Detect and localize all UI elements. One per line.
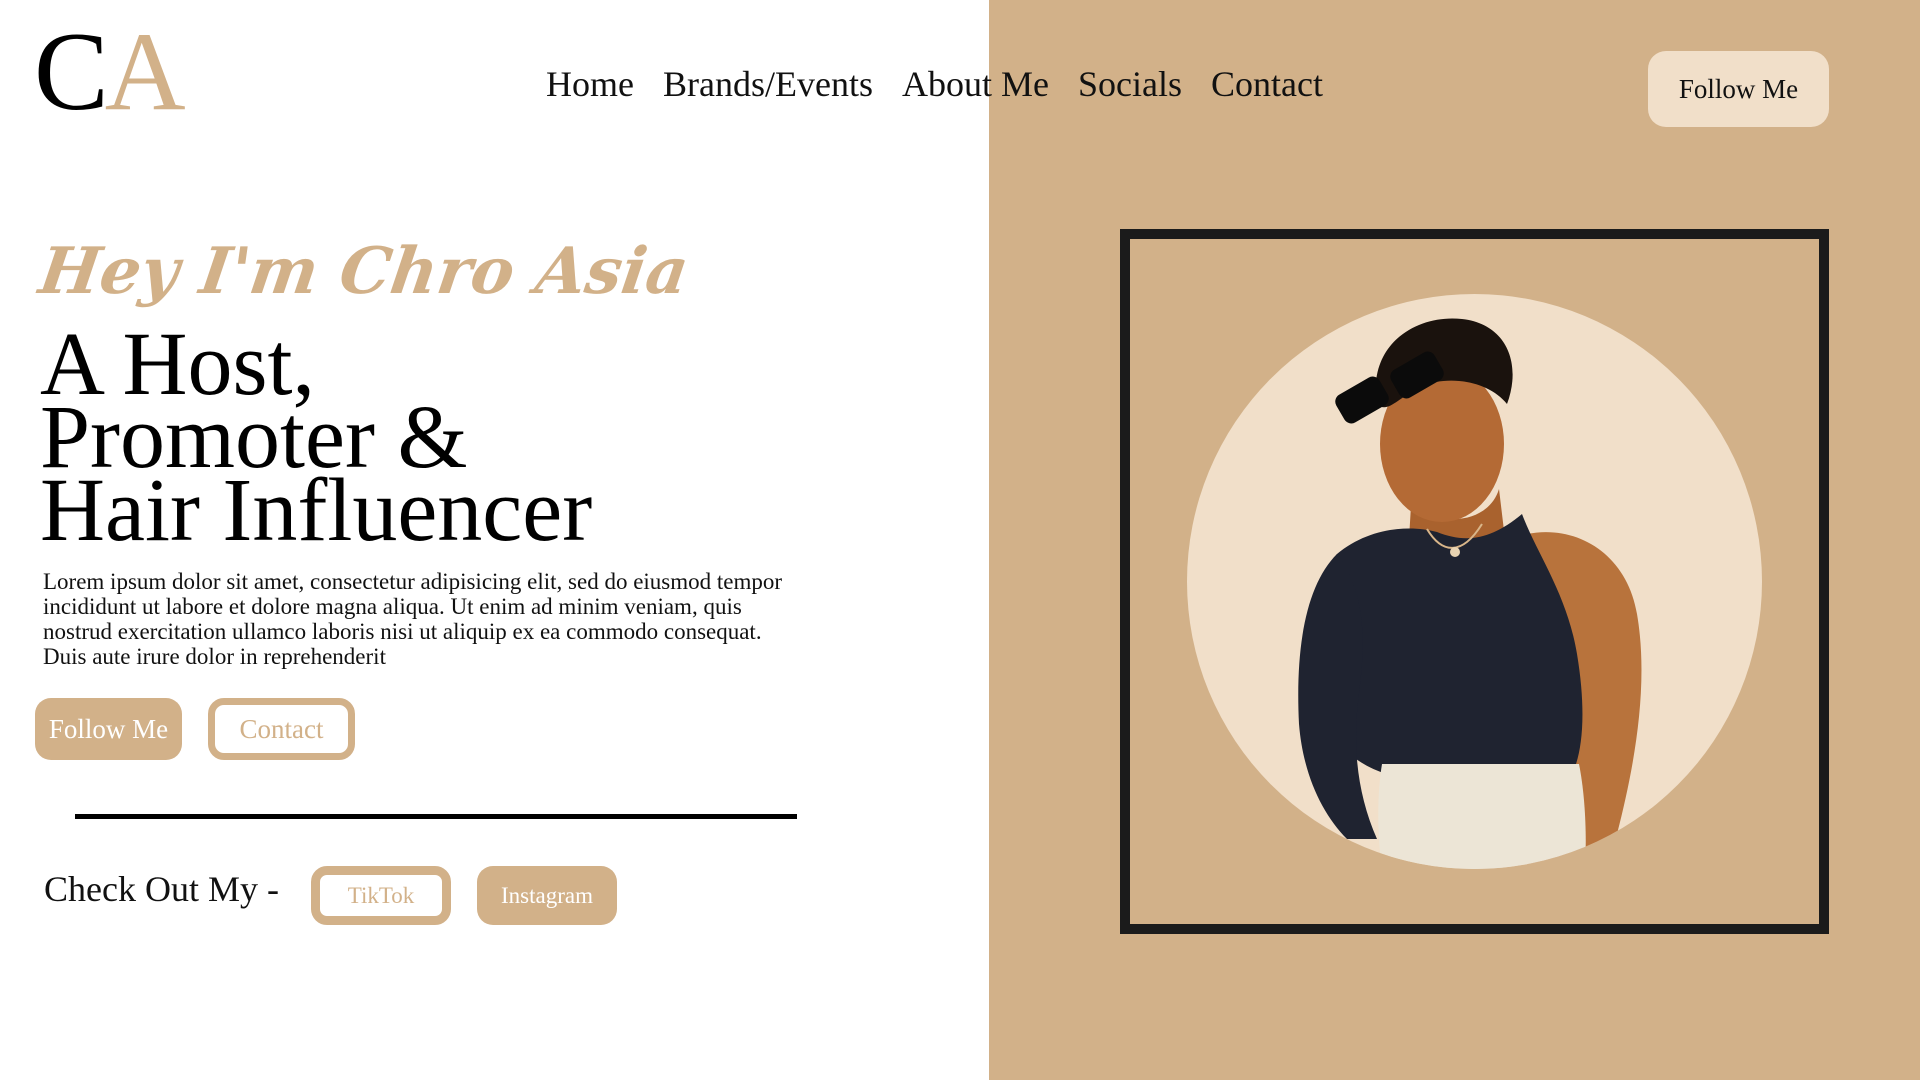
logo-letter-c: C xyxy=(34,10,109,134)
hero-follow-button[interactable]: Follow Me xyxy=(35,698,182,760)
hero-contact-button[interactable]: Contact xyxy=(208,698,355,760)
logo[interactable]: CA xyxy=(34,16,186,128)
socials-label: Check Out My - xyxy=(44,869,279,909)
instagram-button[interactable]: Instagram xyxy=(477,866,617,925)
logo-letter-a: A xyxy=(104,10,186,134)
landing-page: CA Home Brands/Events About Me Socials C… xyxy=(0,0,1920,1080)
nav-item-about-me[interactable]: About Me xyxy=(902,66,1049,102)
tiktok-button[interactable]: TikTok xyxy=(311,866,451,925)
headline-line: Hair Influencer xyxy=(40,461,593,560)
hero-headline: A Host, Promoter & Hair Influencer xyxy=(40,320,593,560)
person-portrait-icon xyxy=(1187,294,1762,869)
main-nav: Home Brands/Events About Me Socials Cont… xyxy=(546,66,1323,102)
portrait-photo xyxy=(1187,294,1762,869)
nav-item-contact[interactable]: Contact xyxy=(1211,66,1323,102)
hero-greeting: Hey I'm Chro Asia xyxy=(34,234,694,309)
nav-item-home[interactable]: Home xyxy=(546,66,634,102)
header-follow-button[interactable]: Follow Me xyxy=(1648,51,1829,127)
nav-item-socials[interactable]: Socials xyxy=(1078,66,1182,102)
section-divider xyxy=(75,814,797,819)
hero-bio: Lorem ipsum dolor sit amet, consectetur … xyxy=(43,569,783,669)
nav-item-brands-events[interactable]: Brands/Events xyxy=(663,66,873,102)
